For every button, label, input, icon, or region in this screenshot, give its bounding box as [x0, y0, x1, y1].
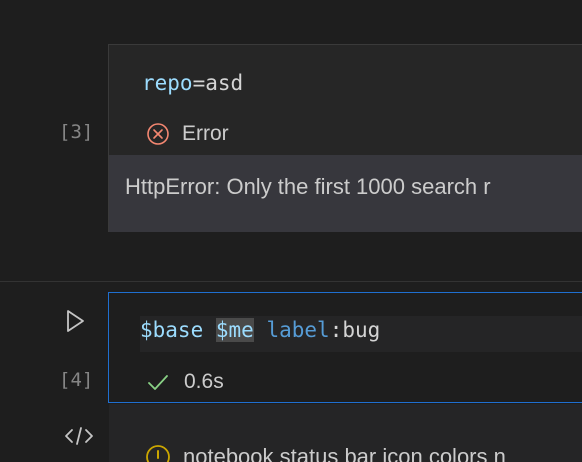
execution-count: [3]	[59, 121, 94, 143]
code-value: bug	[342, 318, 381, 342]
status-label: Error	[182, 122, 229, 145]
cell-4-output: notebook status bar icon colors n	[109, 404, 582, 462]
code-qualifier: label	[266, 318, 330, 342]
status-duration: 0.6s	[184, 370, 224, 393]
code-keyword: repo	[142, 71, 193, 95]
error-circle-icon	[147, 123, 169, 145]
cell-divider	[0, 281, 582, 282]
warning-icon	[146, 445, 170, 462]
warning-output: notebook status bar icon colors n	[145, 444, 506, 462]
code-operator: =	[192, 71, 206, 95]
check-icon	[148, 375, 168, 390]
error-output-text: HttpError: Only the first 1000 search r	[125, 174, 491, 199]
run-cell-button[interactable]	[62, 308, 88, 334]
cell-4-code[interactable]: $base $me label:bug	[140, 318, 380, 342]
cell-status-success: 0.6s	[146, 368, 224, 396]
code-variable-me: $me	[215, 318, 254, 342]
code-separator: :	[329, 318, 343, 342]
toggle-output-code-button[interactable]	[63, 424, 95, 448]
play-icon	[67, 310, 84, 332]
cell-status-error: Error	[146, 120, 229, 148]
cell-3-code[interactable]: repo=asd	[142, 71, 243, 95]
code-value: asd	[205, 71, 244, 95]
code-variable-base: $base	[140, 318, 204, 342]
warning-output-text: notebook status bar icon colors n	[183, 444, 506, 462]
cell-3-output: HttpError: Only the first 1000 search r	[109, 155, 582, 232]
execution-count: [4]	[59, 369, 94, 391]
code-icon	[65, 427, 93, 445]
